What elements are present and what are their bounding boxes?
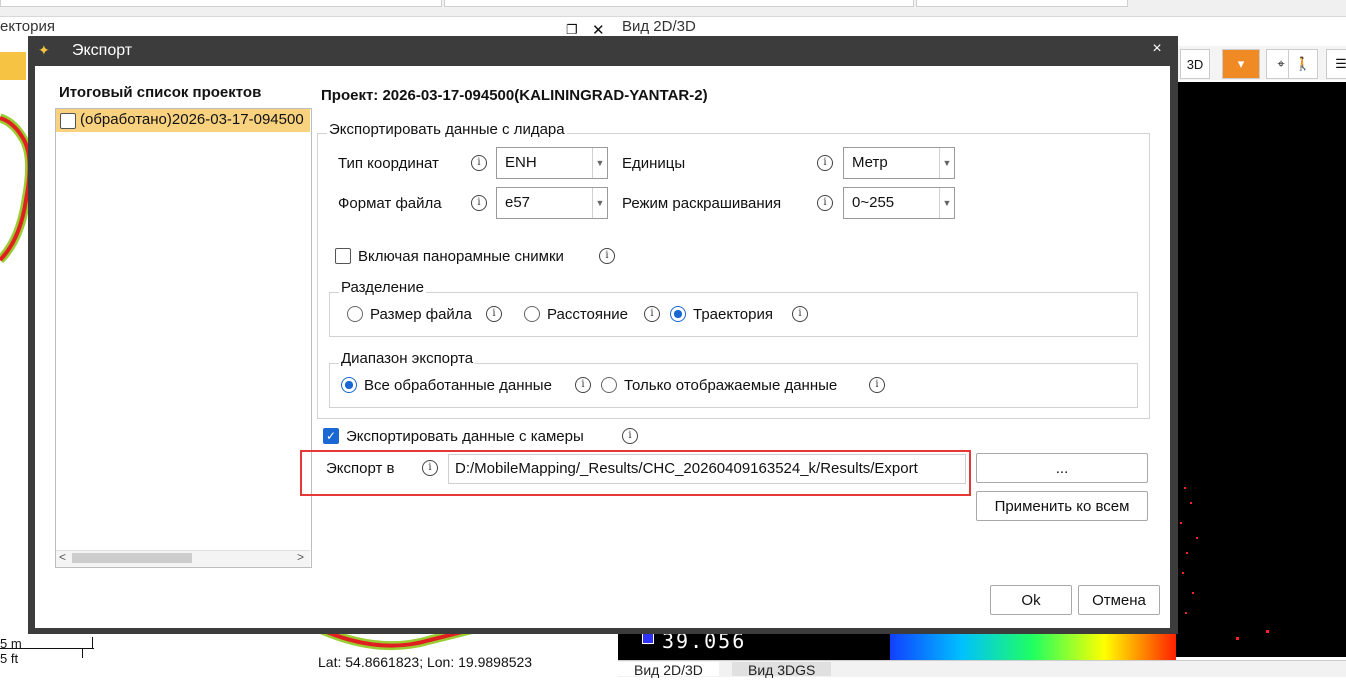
info-icon[interactable]: i [486, 306, 502, 322]
dialog-title: Экспорт [72, 42, 133, 59]
ok-button[interactable]: Ok [990, 585, 1072, 615]
project-list-header: Итоговый список проектов [59, 84, 262, 101]
apply-to-all-button[interactable]: Применить ко всем [976, 491, 1148, 521]
top-tab[interactable] [916, 0, 1128, 7]
file-format-select[interactable]: e57 ▼ [496, 187, 608, 219]
browse-button[interactable]: ... [976, 453, 1148, 483]
info-icon[interactable]: i [792, 306, 808, 322]
range-all-radio[interactable] [341, 377, 357, 393]
info-icon[interactable]: i [471, 195, 487, 211]
info-icon[interactable]: i [471, 155, 487, 171]
project-list[interactable] [55, 108, 312, 568]
scale-bar: 5 m 5 ft [0, 636, 94, 666]
chevron-down-icon: ▼ [592, 148, 607, 178]
tab-2d-3d-view[interactable]: Вид 2D/3D [618, 662, 719, 678]
chevron-down-icon: ▼ [939, 148, 954, 178]
app-logo-icon: ✦ [38, 42, 50, 58]
point-cloud-view[interactable] [1176, 82, 1346, 657]
coord-type-value: ENH [505, 154, 537, 171]
color-mode-select[interactable]: 0~255 ▼ [843, 187, 955, 219]
top-tab[interactable] [444, 0, 914, 7]
dialog-close-icon[interactable]: × [1148, 40, 1166, 60]
chevron-down-icon: ▼ [592, 188, 607, 218]
split-trajectory-label: Траектория [693, 306, 773, 323]
coord-type-select[interactable]: ENH ▼ [496, 147, 608, 179]
select-tool-icon[interactable] [0, 52, 26, 80]
lidar-group-label: Экспортировать данные с лидара [327, 121, 567, 138]
split-distance-label: Расстояние [547, 306, 629, 323]
info-icon[interactable]: i [817, 155, 833, 171]
view-toolbar: 3D ▾ ⌖ 🚶 ☰ [1176, 46, 1346, 80]
info-icon[interactable]: i [575, 377, 591, 393]
include-pano-checkbox[interactable] [335, 248, 351, 264]
export-path-input[interactable]: D:/MobileMapping/_Results/CHC_2026040916… [448, 454, 966, 484]
info-icon[interactable]: i [422, 460, 438, 476]
project-item-label: (обработано)2026-03-17-094500 [80, 111, 304, 128]
file-format-value: e57 [505, 194, 531, 211]
walk-mode-icon[interactable]: 🚶 [1288, 49, 1318, 79]
layers-icon[interactable]: ☰ [1326, 49, 1346, 79]
info-icon[interactable]: i [622, 428, 638, 444]
split-distance-radio[interactable] [524, 306, 540, 322]
info-icon[interactable]: i [869, 377, 885, 393]
export-camera-checkbox[interactable]: ✓ [323, 428, 339, 444]
cube-view-icon[interactable]: ▾ [1222, 49, 1260, 79]
range-visible-label: Только отображаемые данные [624, 377, 838, 394]
units-select[interactable]: Метр ▼ [843, 147, 955, 179]
cancel-button[interactable]: Отмена [1078, 585, 1160, 615]
split-size-label: Размер файла [370, 306, 472, 323]
scroll-left-icon[interactable]: < [59, 550, 66, 564]
scrollbar-thumb[interactable] [72, 553, 192, 563]
range-group-label: Диапазон экспорта [339, 350, 476, 367]
top-tab[interactable] [0, 0, 442, 7]
scale-feet: 5 ft [0, 651, 19, 666]
3d-view-icon[interactable]: 3D [1180, 49, 1210, 79]
export-to-label: Экспорт в [326, 460, 395, 477]
export-path-value: D:/MobileMapping/_Results/CHC_2026040916… [455, 460, 918, 477]
project-list-item[interactable]: (обработано)2026-03-17-094500 [56, 109, 310, 132]
status-coordinates: Lat: 54.8661823; Lon: 19.9898523 [318, 654, 533, 670]
dialog-titlebar [28, 36, 1178, 66]
color-mode-value: 0~255 [852, 194, 895, 211]
split-size-radio[interactable] [347, 306, 363, 322]
units-value: Метр [852, 154, 888, 171]
tab-3dgs-view[interactable]: Вид 3DGS [732, 662, 832, 678]
info-icon[interactable]: i [644, 306, 660, 322]
split-trajectory-radio[interactable] [670, 306, 686, 322]
project-title: Проект: 2026-03-17-094500(KALININGRAD-YA… [321, 87, 708, 104]
color-mode-label: Режим раскрашивания [622, 195, 782, 212]
include-pano-label: Включая панорамные снимки [358, 248, 564, 265]
file-format-label: Формат файла [338, 195, 442, 212]
coord-type-label: Тип координат [338, 155, 439, 172]
range-all-label: Все обработанные данные [364, 377, 552, 394]
info-icon[interactable]: i [599, 248, 615, 264]
split-group-label: Разделение [339, 279, 426, 296]
export-camera-label: Экспортировать данные с камеры [346, 428, 584, 445]
range-visible-radio[interactable] [601, 377, 617, 393]
chevron-down-icon: ▼ [939, 188, 954, 218]
scroll-right-icon[interactable]: > [297, 550, 304, 564]
bottom-tab-bar [618, 660, 1346, 677]
project-checkbox[interactable] [60, 113, 76, 129]
units-label: Единицы [622, 155, 686, 172]
info-icon[interactable]: i [817, 195, 833, 211]
